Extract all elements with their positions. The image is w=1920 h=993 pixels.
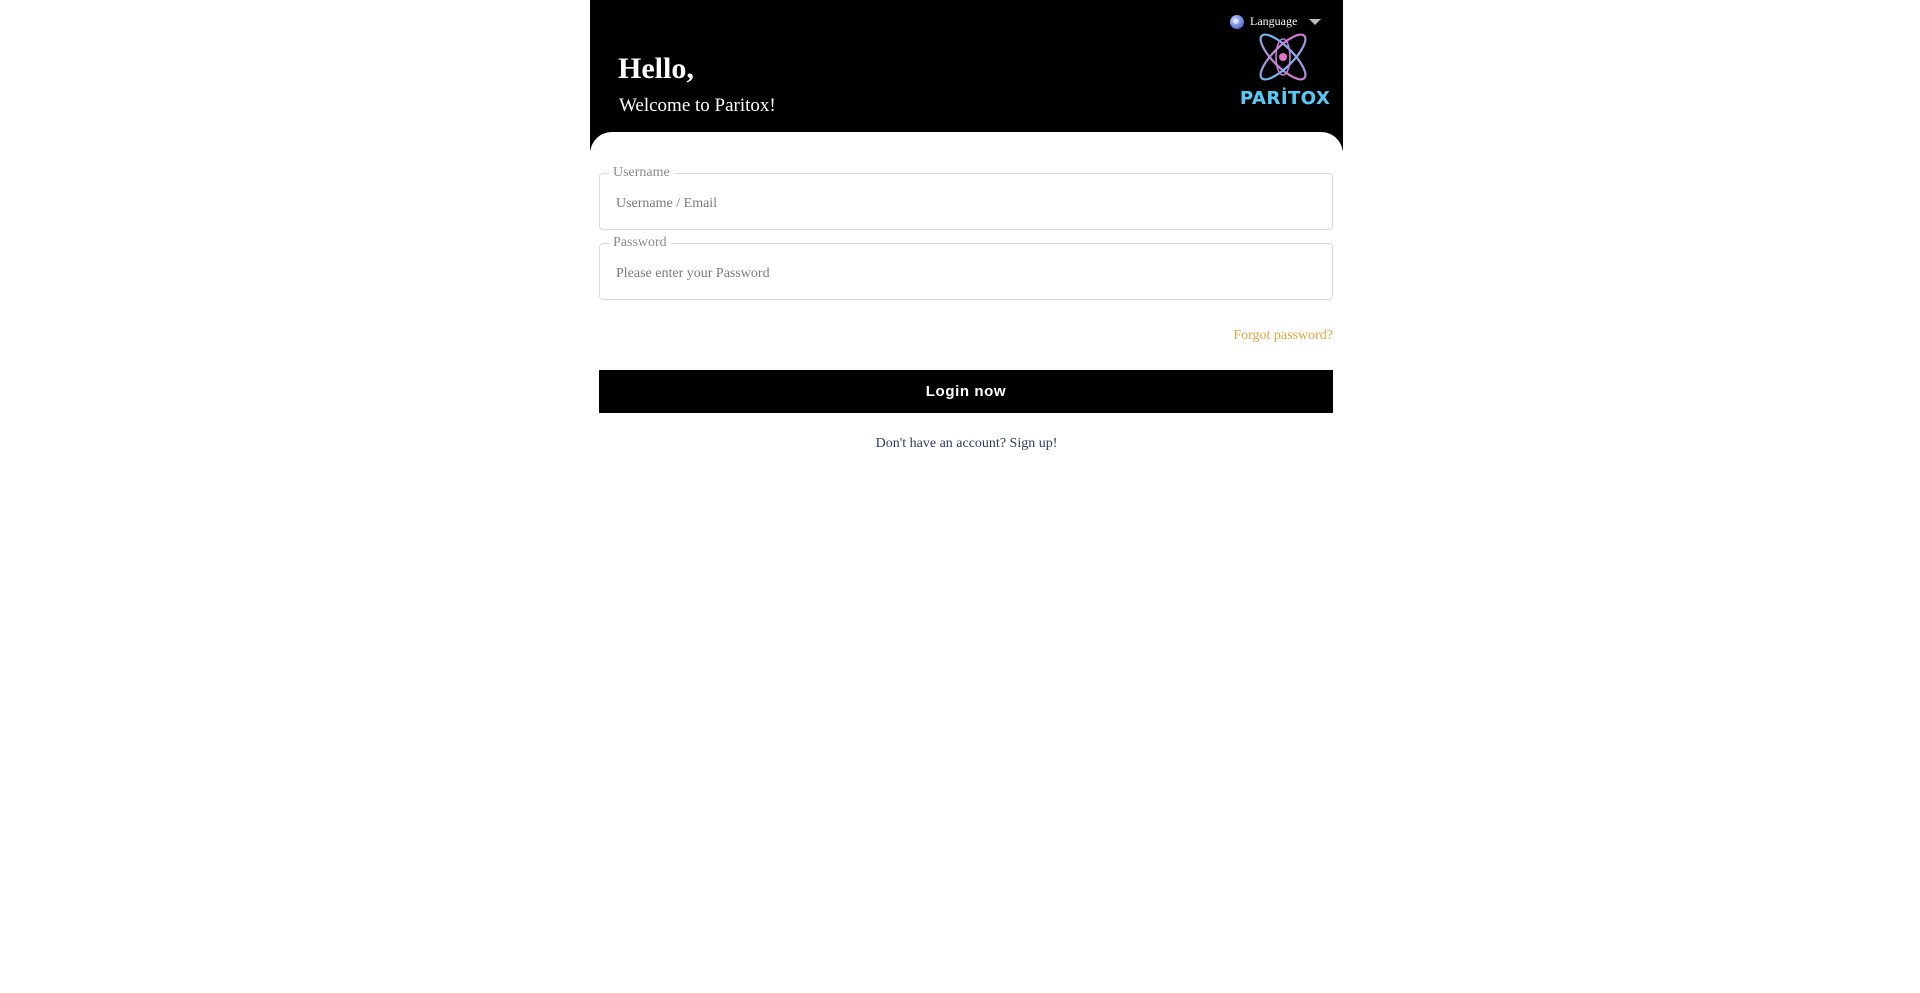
chevron-down-icon bbox=[1309, 18, 1322, 25]
username-input[interactable] bbox=[616, 192, 1316, 216]
globe-icon bbox=[1230, 14, 1244, 29]
username-label: Username bbox=[609, 164, 674, 182]
header: Language Hello, Welcome to Paritox! PARİ… bbox=[590, 0, 1343, 993]
login-sheet: Username Password Forgot password? Login… bbox=[590, 132, 1343, 993]
forgot-password-link[interactable]: Forgot password? bbox=[1233, 328, 1333, 344]
welcome-subtitle: Welcome to Paritox! bbox=[619, 95, 776, 116]
password-label: Password bbox=[609, 234, 671, 252]
username-field: Username bbox=[599, 164, 1333, 230]
app-root: Language Hello, Welcome to Paritox! PARİ… bbox=[590, 0, 1343, 993]
signup-link[interactable]: Don't have an account? Sign up! bbox=[590, 436, 1343, 452]
logo-wordmark: PARİTOX bbox=[1240, 88, 1331, 109]
login-button[interactable]: Login now bbox=[599, 370, 1333, 413]
language-label: Language bbox=[1250, 14, 1298, 28]
password-field: Password bbox=[599, 234, 1333, 300]
language-selector[interactable]: Language bbox=[1230, 14, 1322, 29]
greeting-title: Hello, bbox=[618, 52, 694, 85]
password-input[interactable] bbox=[616, 262, 1316, 286]
